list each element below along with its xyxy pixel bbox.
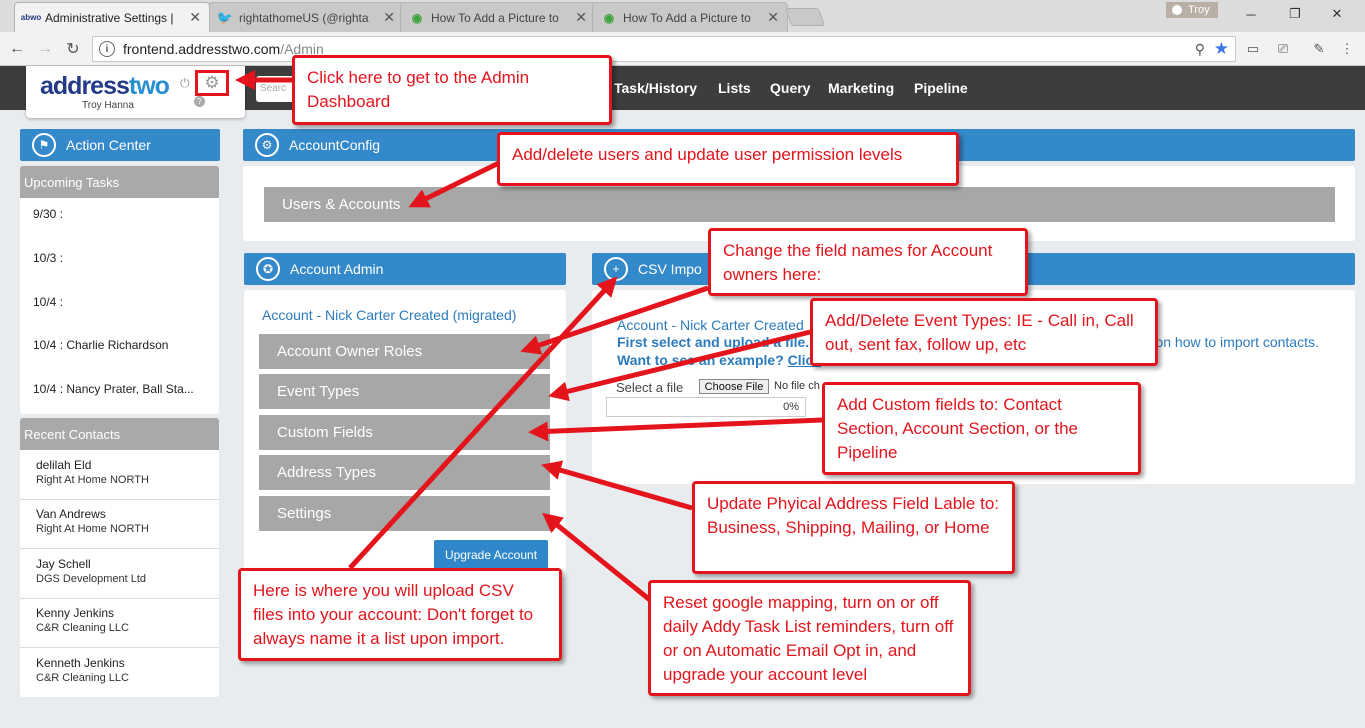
upcoming-tasks-header: Upcoming Tasks (20, 166, 219, 198)
pen-extension-icon[interactable]: ✎ (1310, 41, 1328, 57)
bookmark-star-icon[interactable]: ★ (1214, 39, 1229, 59)
flag-icon: ⚑ (32, 133, 56, 157)
badge-icon: ✪ (256, 257, 280, 281)
new-tab-button[interactable] (784, 8, 826, 26)
close-tab-icon[interactable]: ✕ (383, 9, 395, 26)
minimize-icon[interactable]: ─ (1236, 4, 1266, 24)
browser-tab-picture-1[interactable]: ◉ How To Add a Picture to ✕ (400, 2, 596, 32)
extension-icon[interactable]: ▭ (1244, 41, 1262, 57)
back-arrow-icon[interactable]: ← (6, 38, 28, 60)
cast-icon[interactable]: ⎚ (1274, 41, 1292, 57)
account-owner-roles-button[interactable]: Account Owner Roles (259, 334, 550, 369)
profile-avatar-icon (1172, 5, 1182, 15)
admin-gear-button[interactable]: ⚙ (195, 70, 229, 96)
url-bar[interactable]: i frontend.addresstwo.com/Admin ⚲ ★ (92, 36, 1236, 62)
gear-icon: ⚙ (204, 73, 220, 92)
help-icon[interactable]: ? (194, 96, 205, 107)
browser-toolbar: ← → ↻ i frontend.addresstwo.com/Admin ⚲ … (0, 32, 1365, 66)
csv-import-label: CSV Impo (638, 261, 702, 277)
contact-item[interactable]: Jay Schell DGS Development Ltd (20, 550, 219, 599)
browser-tab-picture-2[interactable]: ◉ How To Add a Picture to ✕ (592, 2, 788, 32)
profile-badge[interactable]: Troy (1166, 2, 1218, 18)
browser-tab-admin[interactable]: abwo Administrative Settings | ✕ (14, 2, 210, 32)
task-item[interactable]: 10/4 : (33, 295, 63, 309)
restore-icon[interactable]: ❐ (1280, 4, 1310, 24)
tab-title: rightathomeUS (@righta (239, 10, 369, 25)
contact-item[interactable]: Van Andrews Right At Home NORTH (20, 500, 219, 549)
tab-title: Administrative Settings | (45, 10, 174, 25)
url-host: frontend.addresstwo.com (123, 41, 281, 57)
addresstwo-favicon-icon: abwo (20, 13, 42, 22)
close-tab-icon[interactable]: ✕ (575, 9, 587, 26)
csv-account-text: Account - Nick Carter Created (617, 317, 804, 333)
no-file-text: No file ch (774, 380, 820, 392)
callout-event-types: Add/Delete Event Types: IE - Call in, Ca… (810, 298, 1158, 366)
account-admin-header: ✪ Account Admin (244, 253, 566, 285)
select-file-label: Select a file (616, 380, 684, 395)
upcoming-tasks-panel (20, 166, 219, 414)
upload-progress-bar: 0% (606, 397, 806, 417)
task-item[interactable]: 10/3 : (33, 251, 63, 265)
address-types-button[interactable]: Address Types (259, 455, 550, 490)
callout-owner-roles: Change the field names for Account owner… (708, 228, 1028, 296)
menu-pipeline[interactable]: Pipeline (914, 80, 968, 96)
menu-lists[interactable]: Lists (718, 80, 751, 96)
callout-custom-fields: Add Custom fields to: Contact Section, A… (822, 382, 1141, 475)
user-name: Troy Hanna (82, 100, 134, 111)
csv-instruction: First select and upload a file. (617, 334, 810, 350)
action-center-header[interactable]: ⚑ Action Center (20, 129, 220, 161)
settings-button[interactable]: Settings (259, 496, 550, 531)
event-types-button[interactable]: Event Types (259, 374, 550, 409)
close-tab-icon[interactable]: ✕ (767, 9, 779, 26)
task-item[interactable]: 9/30 : (33, 207, 63, 221)
leaf-icon: ◉ (603, 10, 615, 25)
chrome-menu-icon[interactable]: ⋮ (1338, 41, 1356, 57)
leaf-icon: ◉ (411, 10, 423, 25)
callout-settings: Reset google mapping, turn on or off dai… (648, 580, 971, 696)
recent-contacts-header: Recent Contacts (20, 418, 219, 450)
profile-name: Troy (1188, 4, 1210, 16)
app-search-input[interactable]: Searc (256, 76, 296, 102)
callout-address-types: Update Phyical Address Field Lable to: B… (692, 481, 1015, 574)
browser-tab-strip: abwo Administrative Settings | ✕ 🐦 right… (0, 0, 1365, 32)
upgrade-account-button[interactable]: Upgrade Account (434, 540, 548, 570)
csv-example-text: Want to see an example? Click (617, 352, 822, 368)
action-center-label: Action Center (66, 137, 151, 153)
custom-fields-button[interactable]: Custom Fields (259, 415, 550, 450)
twitter-icon: 🐦 (216, 9, 234, 25)
task-item[interactable]: 10/4 : Charlie Richardson (33, 338, 168, 352)
account-created-link[interactable]: Account - Nick Carter Created (migrated) (262, 307, 516, 323)
menu-marketing[interactable]: Marketing (828, 80, 894, 96)
forward-arrow-icon[interactable]: → (34, 38, 56, 60)
contact-item[interactable]: Kenny Jenkins C&R Cleaning LLC (20, 599, 219, 648)
users-accounts-button[interactable]: Users & Accounts (264, 187, 1335, 222)
menu-query[interactable]: Query (770, 80, 810, 96)
task-item[interactable]: 10/4 : Nancy Prater, Ball Sta... (33, 382, 194, 396)
browser-tab-twitter[interactable]: 🐦 rightathomeUS (@righta ✕ (208, 2, 404, 32)
close-tab-icon[interactable]: ✕ (189, 9, 201, 26)
callout-users: Add/delete users and update user permiss… (497, 132, 959, 186)
power-icon[interactable]: ⏻ (180, 76, 190, 91)
contact-item[interactable]: Kenneth Jenkins C&R Cleaning LLC (20, 649, 219, 698)
account-admin-label: Account Admin (290, 261, 384, 277)
choose-file-button[interactable]: Choose File (699, 379, 769, 394)
settings-icon: ⚙ (255, 133, 279, 157)
callout-csv-upload: Here is where you will upload CSV files … (238, 568, 562, 661)
menu-task-history[interactable]: Task/History (614, 80, 697, 96)
callout-admin-dashboard: Click here to get to the Admin Dashboard (292, 55, 612, 125)
close-window-icon[interactable]: ✕ (1322, 4, 1352, 24)
info-icon[interactable]: i (99, 41, 115, 57)
tab-title: How To Add a Picture to (431, 10, 559, 25)
plus-icon: + (604, 257, 628, 281)
csv-video-link[interactable]: eo on how to import contacts. (1136, 334, 1319, 350)
reload-icon[interactable]: ↻ (62, 38, 84, 60)
zoom-icon[interactable]: ⚲ (1195, 41, 1205, 58)
addresstwo-logo[interactable]: addresstwo (40, 72, 170, 101)
tab-title: How To Add a Picture to (623, 10, 751, 25)
contact-item[interactable]: delilah Eld Right At Home NORTH (20, 451, 219, 500)
account-config-label: AccountConfig (289, 137, 381, 153)
